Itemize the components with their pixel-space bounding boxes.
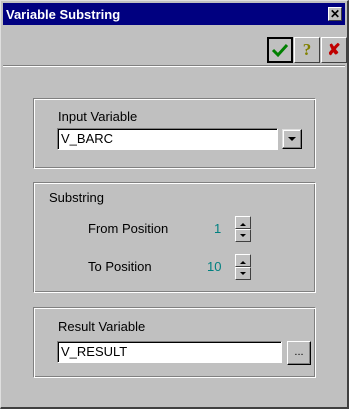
- arrow-down-icon: [240, 272, 246, 275]
- input-variable-dropdown-button[interactable]: [282, 129, 302, 149]
- from-position-value[interactable]: 1: [214, 221, 221, 236]
- from-position-label: From Position: [88, 221, 169, 236]
- chevron-down-icon: [288, 137, 296, 141]
- check-icon: [271, 43, 289, 58]
- from-position-up-button[interactable]: [235, 216, 251, 229]
- arrow-up-icon: [240, 261, 246, 264]
- ok-button[interactable]: [267, 37, 293, 63]
- close-icon: ✕: [329, 7, 341, 21]
- from-position-spinner[interactable]: [235, 216, 251, 242]
- browse-button[interactable]: ...: [287, 341, 311, 365]
- from-position-down-button[interactable]: [235, 229, 251, 242]
- browse-button-label: ...: [294, 346, 304, 358]
- question-mark-icon: ?: [302, 40, 312, 59]
- arrow-up-icon: [240, 223, 246, 226]
- dialog-window: Variable Substring ✕ ? ✘ Input Variable …: [0, 0, 349, 409]
- input-variable-combo[interactable]: V_BARC: [57, 128, 278, 150]
- to-position-label: To Position: [88, 259, 152, 274]
- to-position-value[interactable]: 10: [207, 259, 221, 274]
- title-bar: Variable Substring ✕: [3, 3, 345, 25]
- input-variable-value: V_BARC: [61, 131, 114, 146]
- close-button[interactable]: ✕: [328, 7, 342, 21]
- help-button[interactable]: ?: [294, 37, 320, 63]
- result-variable-label: Result Variable: [58, 319, 146, 334]
- result-variable-field[interactable]: V_RESULT: [57, 341, 282, 363]
- toolbar-separator: [3, 65, 345, 67]
- substring-label: Substring: [49, 190, 104, 205]
- input-variable-label: Input Variable: [58, 109, 138, 124]
- arrow-down-icon: [240, 234, 246, 237]
- to-position-up-button[interactable]: [235, 254, 251, 267]
- result-variable-value: V_RESULT: [61, 344, 128, 359]
- to-position-down-button[interactable]: [235, 267, 251, 280]
- window-title: Variable Substring: [6, 7, 121, 22]
- to-position-spinner[interactable]: [235, 254, 251, 280]
- x-icon: ✘: [327, 42, 341, 59]
- cancel-button[interactable]: ✘: [321, 37, 347, 63]
